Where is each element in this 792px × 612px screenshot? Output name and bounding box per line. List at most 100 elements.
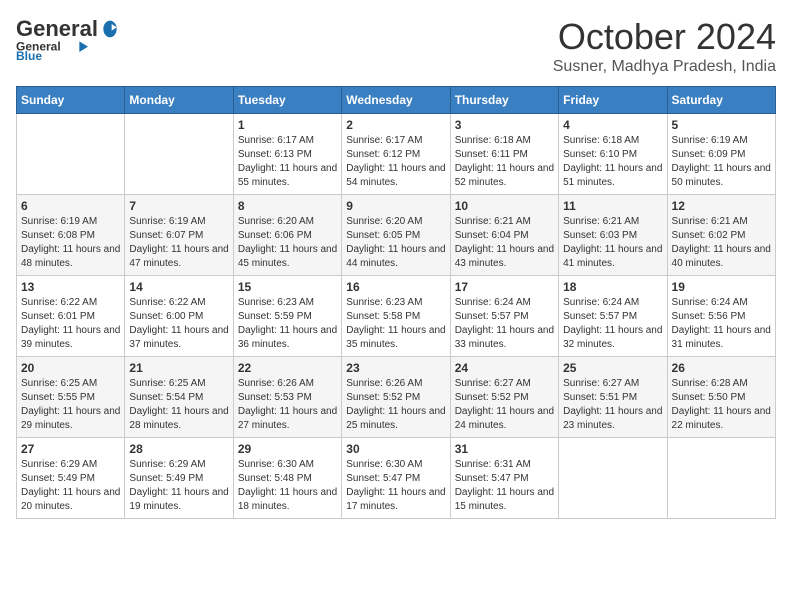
day-info: Sunrise: 6:18 AMSunset: 6:10 PMDaylight:… [563, 134, 662, 190]
location-text: Susner, Madhya Pradesh, India [553, 58, 776, 76]
calendar-cell: 3 Sunrise: 6:18 AMSunset: 6:11 PMDaylight… [450, 114, 558, 195]
day-number: 31 [455, 442, 554, 456]
calendar-cell: 8 Sunrise: 6:20 AMSunset: 6:06 PMDaylight… [233, 195, 341, 276]
day-header-thursday: Thursday [450, 87, 558, 114]
day-info: Sunrise: 6:28 AMSunset: 5:50 PMDaylight:… [672, 377, 771, 433]
title-section: October 2024 Susner, Madhya Pradesh, Ind… [553, 16, 776, 76]
day-number: 29 [238, 442, 337, 456]
day-header-saturday: Saturday [667, 87, 775, 114]
day-info: Sunrise: 6:25 AMSunset: 5:55 PMDaylight:… [21, 377, 120, 433]
calendar-cell: 6 Sunrise: 6:19 AMSunset: 6:08 PMDaylight… [17, 195, 125, 276]
day-info: Sunrise: 6:27 AMSunset: 5:52 PMDaylight:… [455, 377, 554, 433]
day-info: Sunrise: 6:19 AMSunset: 6:09 PMDaylight:… [672, 134, 771, 190]
calendar-cell: 30Sunrise: 6:30 AMSunset: 5:47 PMDayligh… [342, 438, 450, 519]
calendar-cell: 5 Sunrise: 6:19 AMSunset: 6:09 PMDaylight… [667, 114, 775, 195]
calendar-week-5: 27 Sunrise: 6:29 AMSunset: 5:49 PMDayligh… [17, 438, 776, 519]
day-number: 1 [238, 118, 337, 132]
calendar-week-3: 13Sunrise: 6:22 AMSunset: 6:01 PMDayligh… [17, 276, 776, 357]
calendar-cell: 31Sunrise: 6:31 AMSunset: 5:47 PMDayligh… [450, 438, 558, 519]
day-number: 7 [129, 199, 228, 213]
day-info: Sunrise: 6:18 AMSunset: 6:11 PMDaylight:… [455, 134, 554, 190]
calendar-cell: 21Sunrise: 6:25 AMSunset: 5:54 PMDayligh… [125, 357, 233, 438]
day-info: Sunrise: 6:20 AMSunset: 6:05 PMDaylight:… [346, 215, 445, 271]
calendar-cell: 14Sunrise: 6:22 AMSunset: 6:00 PMDayligh… [125, 276, 233, 357]
day-info: Sunrise: 6:22 AMSunset: 6:01 PMDaylight:… [21, 296, 120, 352]
day-number: 8 [238, 199, 337, 213]
calendar-cell: 4 Sunrise: 6:18 AMSunset: 6:10 PMDaylight… [559, 114, 667, 195]
logo: General General Blue [16, 16, 120, 62]
calendar-cell: 22 Sunrise: 6:26 AMSunset: 5:53 PMDayligh… [233, 357, 341, 438]
calendar-cell: 18 Sunrise: 6:24 AMSunset: 5:57 PMDayligh… [559, 276, 667, 357]
day-info: Sunrise: 6:23 AMSunset: 5:59 PMDaylight:… [238, 296, 337, 352]
page-header: General General Blue October 2024 Susner… [16, 16, 776, 76]
calendar-cell: 17Sunrise: 6:24 AMSunset: 5:57 PMDayligh… [450, 276, 558, 357]
day-info: Sunrise: 6:24 AMSunset: 5:57 PMDaylight:… [563, 296, 662, 352]
calendar-table: SundayMondayTuesdayWednesdayThursdayFrid… [16, 86, 776, 519]
day-number: 26 [672, 361, 771, 375]
calendar-cell: 7 Sunrise: 6:19 AMSunset: 6:07 PMDaylight… [125, 195, 233, 276]
day-info: Sunrise: 6:22 AMSunset: 6:00 PMDaylight:… [129, 296, 228, 352]
calendar-week-2: 6 Sunrise: 6:19 AMSunset: 6:08 PMDaylight… [17, 195, 776, 276]
day-info: Sunrise: 6:19 AMSunset: 6:08 PMDaylight:… [21, 215, 120, 271]
calendar-cell [559, 438, 667, 519]
day-number: 17 [455, 280, 554, 294]
day-number: 27 [21, 442, 120, 456]
calendar-cell: 13Sunrise: 6:22 AMSunset: 6:01 PMDayligh… [17, 276, 125, 357]
calendar-cell: 25Sunrise: 6:27 AMSunset: 5:51 PMDayligh… [559, 357, 667, 438]
day-header-friday: Friday [559, 87, 667, 114]
calendar-week-4: 20 Sunrise: 6:25 AMSunset: 5:55 PMDayligh… [17, 357, 776, 438]
day-info: Sunrise: 6:17 AMSunset: 6:13 PMDaylight:… [238, 134, 337, 190]
day-info: Sunrise: 6:24 AMSunset: 5:56 PMDaylight:… [672, 296, 771, 352]
calendar-cell: 19 Sunrise: 6:24 AMSunset: 5:56 PMDayligh… [667, 276, 775, 357]
day-info: Sunrise: 6:20 AMSunset: 6:06 PMDaylight:… [238, 215, 337, 271]
day-info: Sunrise: 6:19 AMSunset: 6:07 PMDaylight:… [129, 215, 228, 271]
svg-text:Blue: Blue [16, 49, 42, 62]
day-number: 28 [129, 442, 228, 456]
day-info: Sunrise: 6:23 AMSunset: 5:58 PMDaylight:… [346, 296, 445, 352]
day-number: 21 [129, 361, 228, 375]
calendar-cell: 11Sunrise: 6:21 AMSunset: 6:03 PMDayligh… [559, 195, 667, 276]
day-info: Sunrise: 6:27 AMSunset: 5:51 PMDaylight:… [563, 377, 662, 433]
day-header-sunday: Sunday [17, 87, 125, 114]
day-info: Sunrise: 6:21 AMSunset: 6:04 PMDaylight:… [455, 215, 554, 271]
day-info: Sunrise: 6:26 AMSunset: 5:52 PMDaylight:… [346, 377, 445, 433]
calendar-week-1: 1 Sunrise: 6:17 AMSunset: 6:13 PMDaylight… [17, 114, 776, 195]
calendar-cell: 23Sunrise: 6:26 AMSunset: 5:52 PMDayligh… [342, 357, 450, 438]
day-number: 10 [455, 199, 554, 213]
day-header-tuesday: Tuesday [233, 87, 341, 114]
day-number: 5 [672, 118, 771, 132]
day-number: 22 [238, 361, 337, 375]
day-number: 9 [346, 199, 445, 213]
day-header-wednesday: Wednesday [342, 87, 450, 114]
day-info: Sunrise: 6:26 AMSunset: 5:53 PMDaylight:… [238, 377, 337, 433]
day-number: 3 [455, 118, 554, 132]
day-number: 15 [238, 280, 337, 294]
calendar-cell: 16Sunrise: 6:23 AMSunset: 5:58 PMDayligh… [342, 276, 450, 357]
day-info: Sunrise: 6:29 AMSunset: 5:49 PMDaylight:… [129, 458, 228, 514]
calendar-cell: 29 Sunrise: 6:30 AMSunset: 5:48 PMDayligh… [233, 438, 341, 519]
calendar-cell: 1 Sunrise: 6:17 AMSunset: 6:13 PMDaylight… [233, 114, 341, 195]
day-number: 19 [672, 280, 771, 294]
calendar-cell: 12 Sunrise: 6:21 AMSunset: 6:02 PMDayligh… [667, 195, 775, 276]
day-number: 18 [563, 280, 662, 294]
month-title: October 2024 [553, 16, 776, 58]
calendar-cell: 24 Sunrise: 6:27 AMSunset: 5:52 PMDayligh… [450, 357, 558, 438]
day-number: 12 [672, 199, 771, 213]
calendar-cell: 20 Sunrise: 6:25 AMSunset: 5:55 PMDayligh… [17, 357, 125, 438]
logo-full-icon: General Blue [16, 34, 96, 62]
calendar-cell: 27 Sunrise: 6:29 AMSunset: 5:49 PMDayligh… [17, 438, 125, 519]
day-info: Sunrise: 6:29 AMSunset: 5:49 PMDaylight:… [21, 458, 120, 514]
day-info: Sunrise: 6:21 AMSunset: 6:02 PMDaylight:… [672, 215, 771, 271]
logo-icon [100, 19, 120, 39]
calendar-cell [667, 438, 775, 519]
day-info: Sunrise: 6:30 AMSunset: 5:48 PMDaylight:… [238, 458, 337, 514]
day-number: 2 [346, 118, 445, 132]
day-header-monday: Monday [125, 87, 233, 114]
calendar-cell [125, 114, 233, 195]
calendar-cell: 28 Sunrise: 6:29 AMSunset: 5:49 PMDayligh… [125, 438, 233, 519]
day-number: 4 [563, 118, 662, 132]
day-info: Sunrise: 6:30 AMSunset: 5:47 PMDaylight:… [346, 458, 445, 514]
day-number: 20 [21, 361, 120, 375]
day-number: 24 [455, 361, 554, 375]
day-number: 6 [21, 199, 120, 213]
